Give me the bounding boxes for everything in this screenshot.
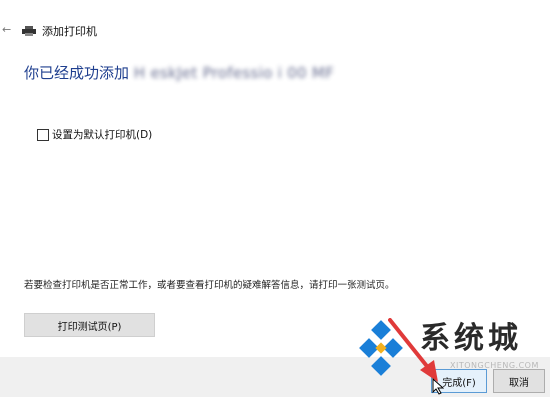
print-test-page-button[interactable]: 打印测试页(P) <box>24 313 155 337</box>
window-title: 添加打印机 <box>42 25 97 38</box>
test-page-info: 若要检查打印机是否正常工作，或者要查看打印机的疑难解答信息，请打印一张测试页。 <box>24 280 395 291</box>
back-arrow-icon[interactable]: ← <box>2 24 11 36</box>
title-bar: ← 添加打印机 <box>0 0 550 46</box>
printer-name: H eskJet Professio i 00 MF <box>133 64 335 82</box>
set-default-label[interactable]: 设置为默认打印机(D) <box>52 129 152 142</box>
printer-icon <box>22 26 36 36</box>
set-default-checkbox[interactable] <box>37 129 49 141</box>
success-heading: 你已经成功添加 H eskJet Professio i 00 MF <box>24 64 334 82</box>
red-arrow-icon <box>388 318 438 382</box>
watermark-url: XITONGCHENG.COM <box>450 361 539 370</box>
heading-prefix: 你已经成功添加 <box>24 64 130 82</box>
set-default-option[interactable]: 设置为默认打印机(D) <box>37 128 152 142</box>
cancel-button[interactable]: 取消 <box>493 369 545 393</box>
mouse-cursor-icon <box>432 378 444 395</box>
